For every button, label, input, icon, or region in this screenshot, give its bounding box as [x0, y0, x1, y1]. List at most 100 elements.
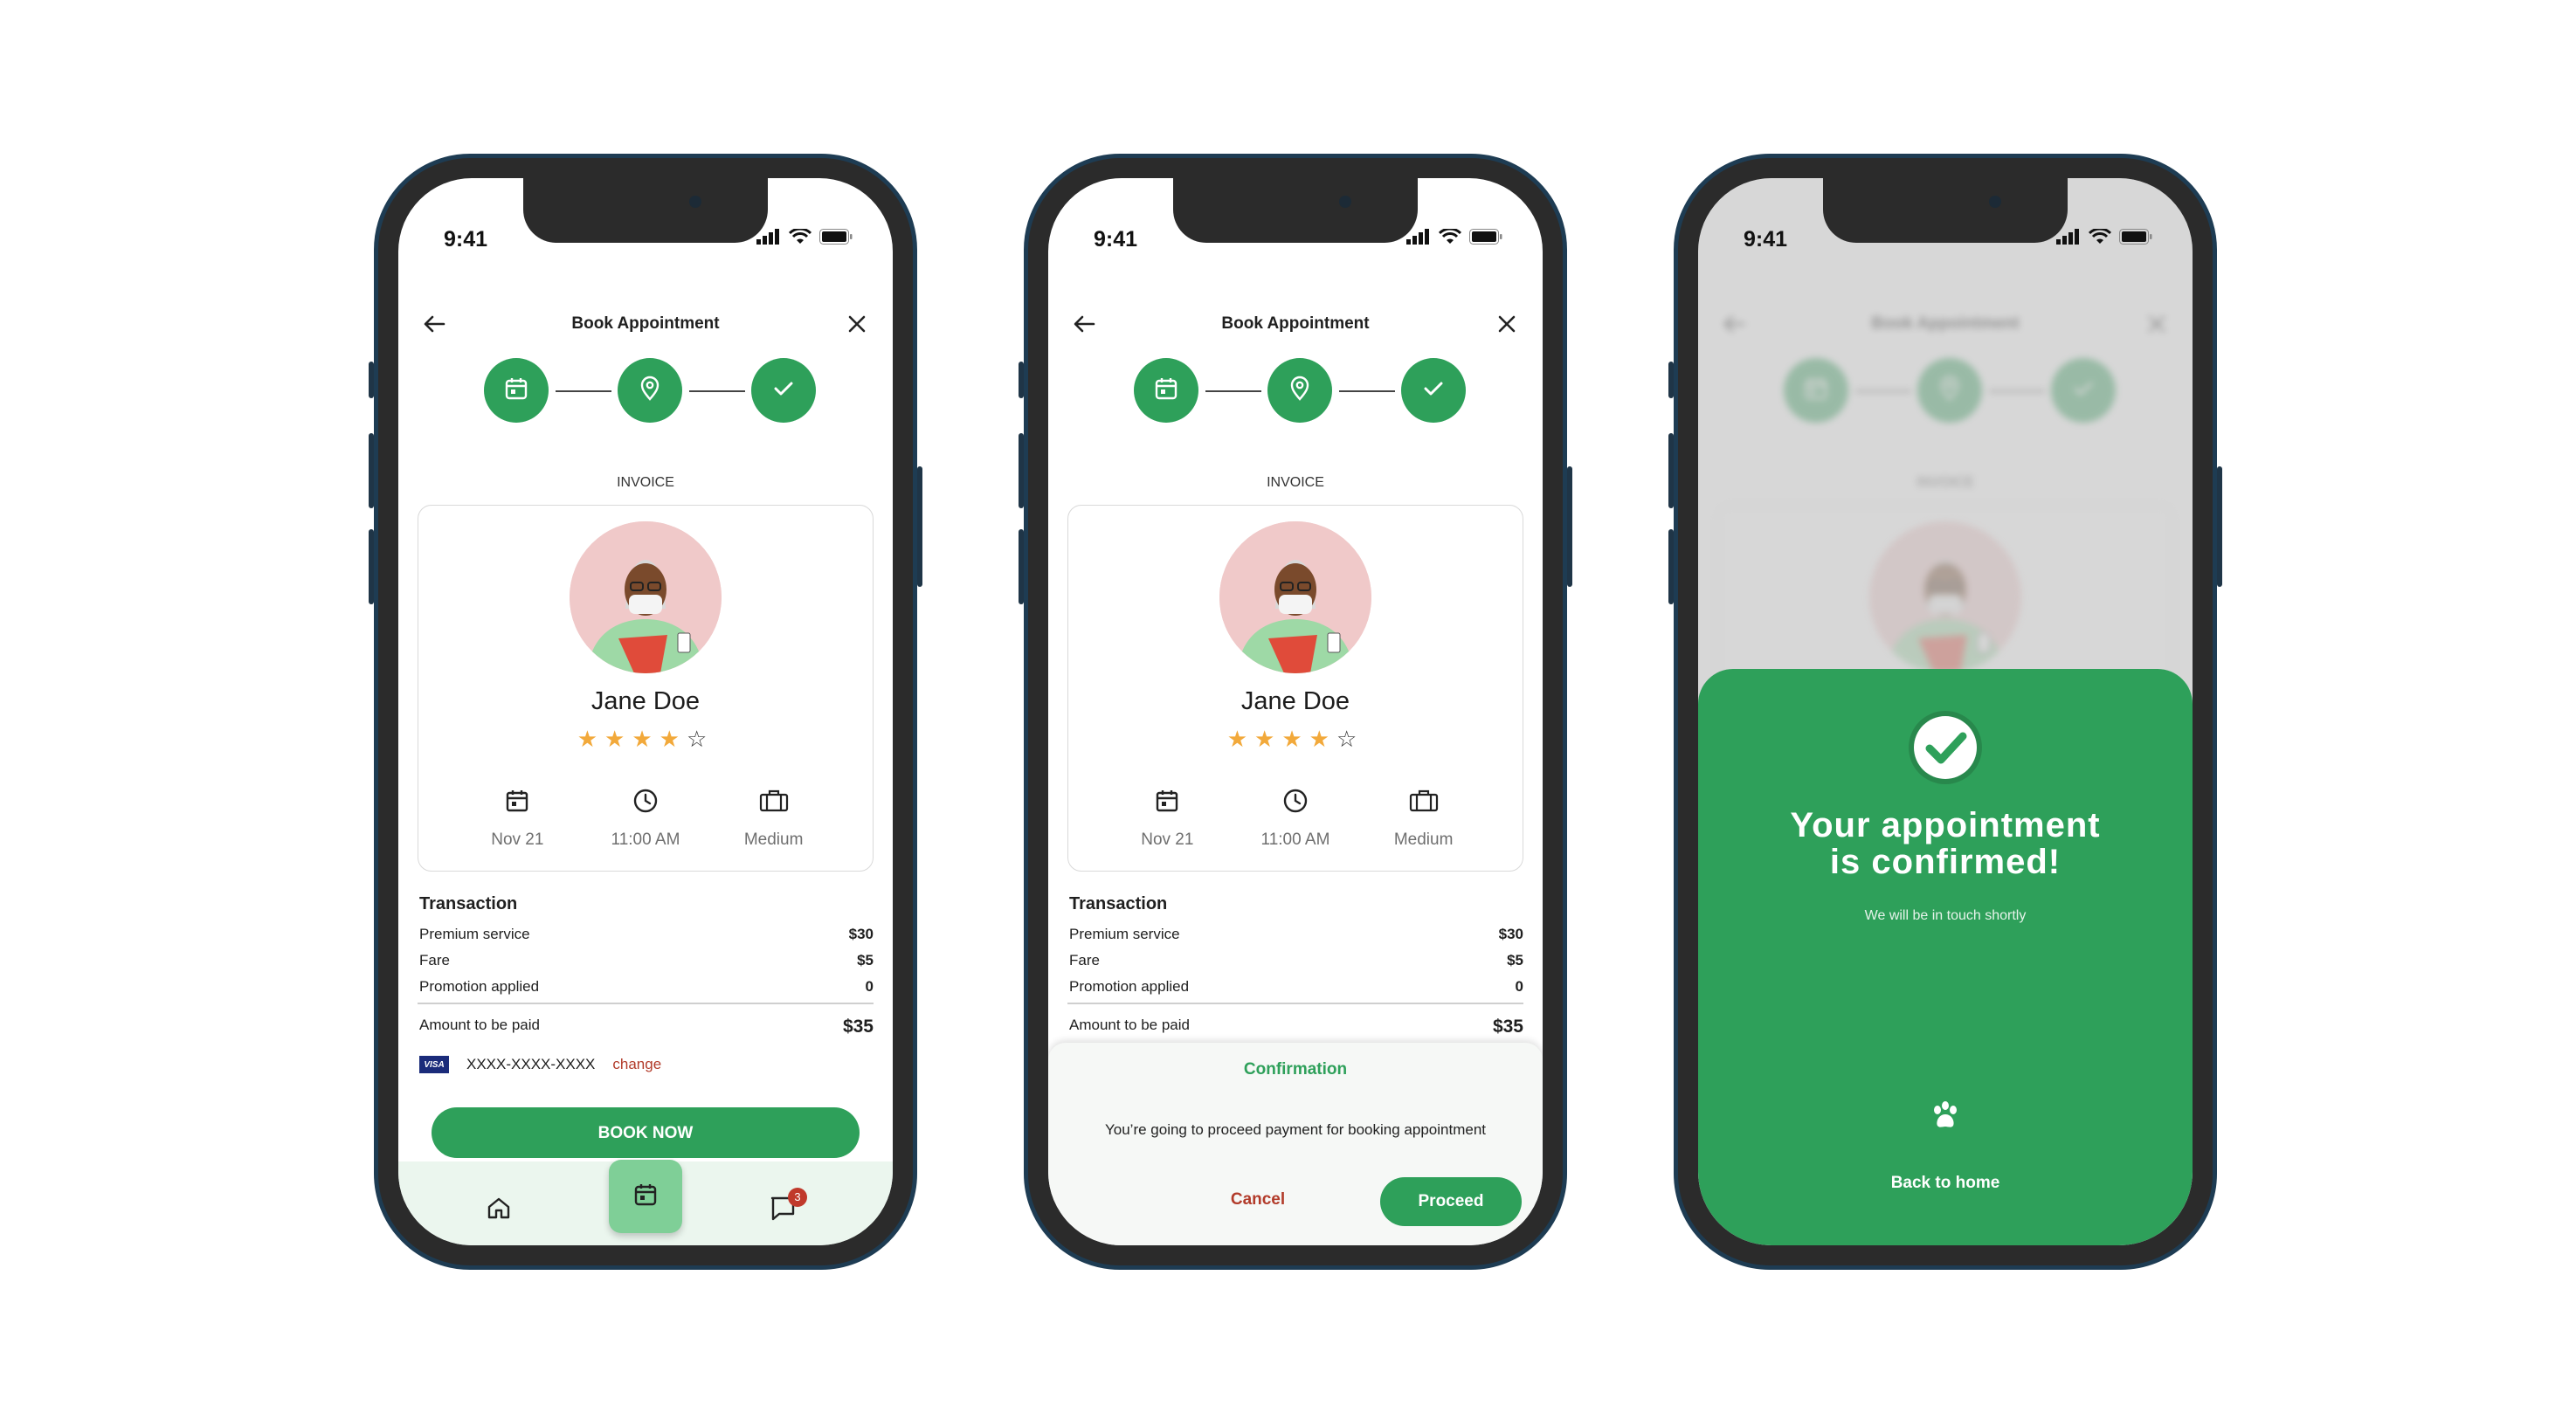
calendar-icon	[505, 789, 529, 817]
transaction-title: Transaction	[419, 894, 518, 913]
success-sheet: Your appointment is confirmed! We will b…	[1698, 669, 2193, 1245]
star-filled-icon: ★	[632, 726, 660, 752]
success-check-icon	[1909, 711, 1982, 784]
battery-icon	[1469, 229, 1502, 245]
appointment-date: Nov 21	[1110, 785, 1224, 850]
star-filled-icon: ★	[604, 726, 632, 752]
transaction-row: Promotion applied0	[1069, 978, 1523, 995]
status-time: 9:41	[1094, 227, 1138, 252]
step-location[interactable]	[1267, 358, 1332, 423]
appointment-date: Nov 21	[460, 785, 574, 850]
success-subtitle: We will be in touch shortly	[1864, 908, 2027, 923]
appointment-time: 11:00 AM	[1239, 785, 1352, 850]
transaction-row: Premium service$30	[419, 926, 874, 942]
booking-stepper	[398, 358, 893, 424]
divider	[418, 1003, 874, 1004]
calendar-icon	[632, 1182, 659, 1212]
appointment-size: Medium	[1367, 785, 1481, 850]
doctor-name: Jane Doe	[1240, 687, 1350, 715]
phone-screen: 9:41 Book Appointment	[1698, 178, 2193, 1245]
appointment-time: 11:00 AM	[589, 785, 702, 850]
dialog-message: You’re going to proceed payment for book…	[1104, 1121, 1486, 1138]
doctor-card: Jane Doe ★★★★☆ Nov 21 11	[1067, 505, 1523, 872]
doctor-avatar	[1219, 521, 1371, 673]
calendar-icon	[1153, 376, 1179, 406]
clock-icon	[632, 788, 659, 818]
phone-screen: 9:41 Book Appointment	[398, 178, 893, 1245]
bottom-nav: 3	[398, 1160, 893, 1245]
step-date[interactable]	[484, 358, 549, 423]
step-confirm[interactable]	[751, 358, 816, 423]
booking-stepper	[1048, 358, 1543, 424]
back-to-home-link[interactable]: Back to home	[1698, 1174, 2193, 1193]
battery-icon	[819, 229, 853, 245]
transaction-row: Fare$5	[419, 952, 874, 968]
cancel-button[interactable]: Cancel	[1226, 1189, 1290, 1210]
total-row: Amount to be paid $35	[1069, 1017, 1523, 1037]
clock-icon	[1282, 788, 1309, 818]
star-filled-icon: ★	[659, 726, 687, 752]
star-empty-icon: ☆	[686, 726, 715, 752]
doctor-avatar	[570, 521, 722, 673]
invoice-label: INVOICE	[1267, 475, 1324, 490]
step-date[interactable]	[1134, 358, 1198, 423]
transaction-row: Promotion applied0	[419, 978, 874, 995]
calendar-icon	[503, 376, 529, 406]
close-icon[interactable]	[1492, 309, 1522, 339]
total-label: Amount to be paid	[419, 1017, 540, 1033]
star-filled-icon: ★	[577, 726, 605, 752]
calendar-icon	[1155, 789, 1179, 817]
booking-content: Book Appointment	[398, 178, 893, 1245]
total-value: $35	[1492, 1017, 1523, 1037]
appointment-size: Medium	[717, 785, 831, 850]
transaction-title: Transaction	[1069, 894, 1168, 913]
signal-icon	[2056, 229, 2081, 245]
doctor-card: Jane Doe ★★★★☆ Nov 21 11	[418, 505, 874, 872]
appointment-details: Nov 21 11:00 AM Medium	[1068, 785, 1523, 850]
divider	[1067, 1003, 1523, 1004]
signal-icon	[756, 229, 781, 245]
phone-booking-confirmation: 9:41 Book Appointment INVOICE Jane Doe ★…	[1019, 154, 1572, 1270]
checkmark-icon	[1420, 376, 1447, 406]
checkmark-icon	[770, 376, 797, 406]
phone-booking-success: 9:41 Book Appointment INVOICE Your appoi…	[1668, 154, 2222, 1270]
carrier-icon	[759, 789, 789, 817]
carrier-icon	[1409, 789, 1439, 817]
phone-screen: 9:41 Book Appointment	[1048, 178, 1543, 1245]
change-payment-link[interactable]: change	[612, 1056, 661, 1073]
visa-card-icon: VISA	[419, 1056, 449, 1073]
wifi-icon	[2089, 229, 2111, 245]
step-location[interactable]	[618, 358, 682, 423]
doctor-name: Jane Doe	[590, 687, 701, 715]
step-confirm[interactable]	[1401, 358, 1466, 423]
proceed-button[interactable]: Proceed	[1380, 1177, 1522, 1226]
paw-icon	[1928, 1099, 1963, 1138]
transaction-row: Premium service$30	[1069, 926, 1523, 942]
status-time: 9:41	[1744, 227, 1788, 252]
home-icon[interactable]	[486, 1195, 512, 1225]
total-row: Amount to be paid $35	[419, 1017, 874, 1037]
success-headline: Your appointment is confirmed!	[1790, 806, 2101, 881]
total-value: $35	[842, 1017, 874, 1037]
star-filled-icon: ★	[1281, 726, 1309, 752]
phone-booking-invoice: 9:41 Book Appointment INVOICE Jane Doe ★…	[369, 154, 922, 1270]
payment-method: VISA XXXX-XXXX-XXXX change	[419, 1056, 661, 1073]
star-filled-icon: ★	[1309, 726, 1336, 752]
confirmation-dialog: Confirmation You’re going to proceed pay…	[1048, 1043, 1543, 1245]
calendar-fab-button[interactable]	[609, 1160, 682, 1233]
wifi-icon	[1439, 229, 1461, 245]
location-pin-icon	[1287, 376, 1313, 406]
rating-stars: ★★★★☆	[1068, 726, 1523, 753]
messages-badge: 3	[788, 1188, 807, 1207]
signal-icon	[1406, 229, 1431, 245]
battery-icon	[2119, 229, 2152, 245]
rating-stars: ★★★★☆	[418, 726, 873, 753]
wifi-icon	[789, 229, 811, 245]
star-filled-icon: ★	[1254, 726, 1282, 752]
appointment-details: Nov 21 11:00 AM Medium	[418, 785, 873, 850]
status-time: 9:41	[444, 227, 488, 252]
close-icon[interactable]	[842, 309, 872, 339]
book-now-button[interactable]: BOOK NOW	[432, 1107, 860, 1158]
dialog-title: Confirmation	[1243, 1060, 1348, 1079]
page-title: Book Appointment	[1221, 314, 1370, 333]
